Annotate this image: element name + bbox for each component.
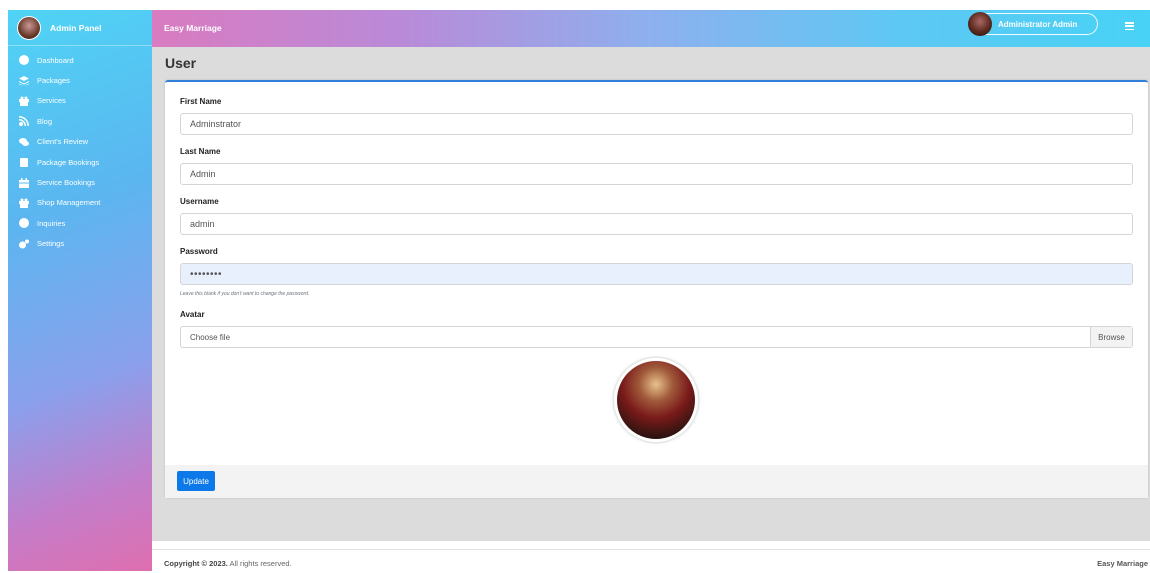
sidebar-item-blog[interactable]: Blog [8,111,152,131]
username-input[interactable]: admin [180,213,1133,235]
username-label: Username [180,197,219,206]
sidebar-item-label: Services [37,96,66,106]
app-title[interactable]: Easy Marriage [164,23,222,33]
password-input[interactable]: •••••••• [180,263,1133,285]
sidebar-item-label: Service Bookings [37,178,95,188]
sidebar-item-label: Shop Management [37,198,101,208]
sidebar-item-services[interactable]: Services [8,91,152,111]
user-name: Administrator Admin [998,19,1078,29]
password-hint: Leave this blank if you don't want to ch… [180,291,310,297]
sidebar-item-label: Package Bookings [37,157,100,167]
sidebar-item-label: Settings [37,239,65,249]
sidebar-item-package-bookings[interactable]: Package Bookings [8,152,152,172]
copyright: Copyright © 2023. All rights reserved. [164,559,292,568]
sidebar-item-packages[interactable]: Packages [8,70,152,90]
copyright-rights: All rights reserved. [227,559,292,568]
avatar-label: Avatar [180,310,205,319]
update-button[interactable]: Update [177,471,215,491]
gift-icon [18,96,30,106]
dashboard-icon [18,55,30,66]
comments-icon [18,137,30,147]
page-title: User [165,55,197,71]
question-icon [18,218,30,229]
page-footer: Copyright © 2023. All rights reserved. E… [152,549,1150,573]
sidebar-item-shop-management[interactable]: Shop Management [8,193,152,213]
gift-icon [18,198,30,208]
first-name-label: First Name [180,97,222,106]
sidebar-item-dashboard[interactable]: Dashboard [8,50,152,70]
sidebar-brand[interactable]: Admin Panel [8,10,152,46]
blog-icon [18,116,30,127]
main-content: User First Name Adminstrator Last Name A… [152,47,1150,541]
last-name-input[interactable]: Admin [180,163,1133,185]
sidebar-item-label: Inquiries [37,218,66,228]
last-name-label: Last Name [180,147,221,156]
cogs-icon [18,239,30,249]
top-navbar: Easy Marriage Administrator Admin [152,10,1150,47]
user-form-card: First Name Adminstrator Last Name Admin … [165,80,1148,498]
user-menu-button[interactable]: Administrator Admin [968,12,1098,36]
avatar-file-input[interactable]: Choose file Browse [180,326,1133,348]
avatar-preview [614,358,698,442]
sidebar-item-label: Blog [37,116,53,126]
calendar-icon [18,177,30,188]
sidebar-item-settings[interactable]: Settings [8,234,152,254]
file-placeholder: Choose file [190,332,231,342]
brand-logo [17,15,41,40]
sidebar-nav: Dashboard Packages Services Blog Client'… [8,46,152,254]
sidebar-item-label: Dashboard [37,55,74,65]
footer-brand: Easy Marriage [1097,559,1148,568]
copyright-year: Copyright © 2023. [164,559,228,568]
sidebar-item-label: Packages [37,76,70,86]
layers-icon [18,75,30,86]
clipboard-icon [18,157,30,168]
first-name-input[interactable]: Adminstrator [180,113,1133,135]
brand-title: Admin Panel [50,22,102,33]
avatar [968,12,992,36]
card-footer: Update [165,465,1148,498]
browse-button[interactable]: Browse [1090,327,1132,347]
password-label: Password [180,247,218,256]
sidebar-item-service-bookings[interactable]: Service Bookings [8,172,152,192]
sidebar-item-clients-review[interactable]: Client's Review [8,132,152,152]
menu-toggle-icon[interactable] [1125,22,1134,30]
sidebar: Admin Panel Dashboard Packages Services … [8,10,152,571]
sidebar-item-inquiries[interactable]: Inquiries [8,213,152,233]
sidebar-item-label: Client's Review [37,137,89,147]
